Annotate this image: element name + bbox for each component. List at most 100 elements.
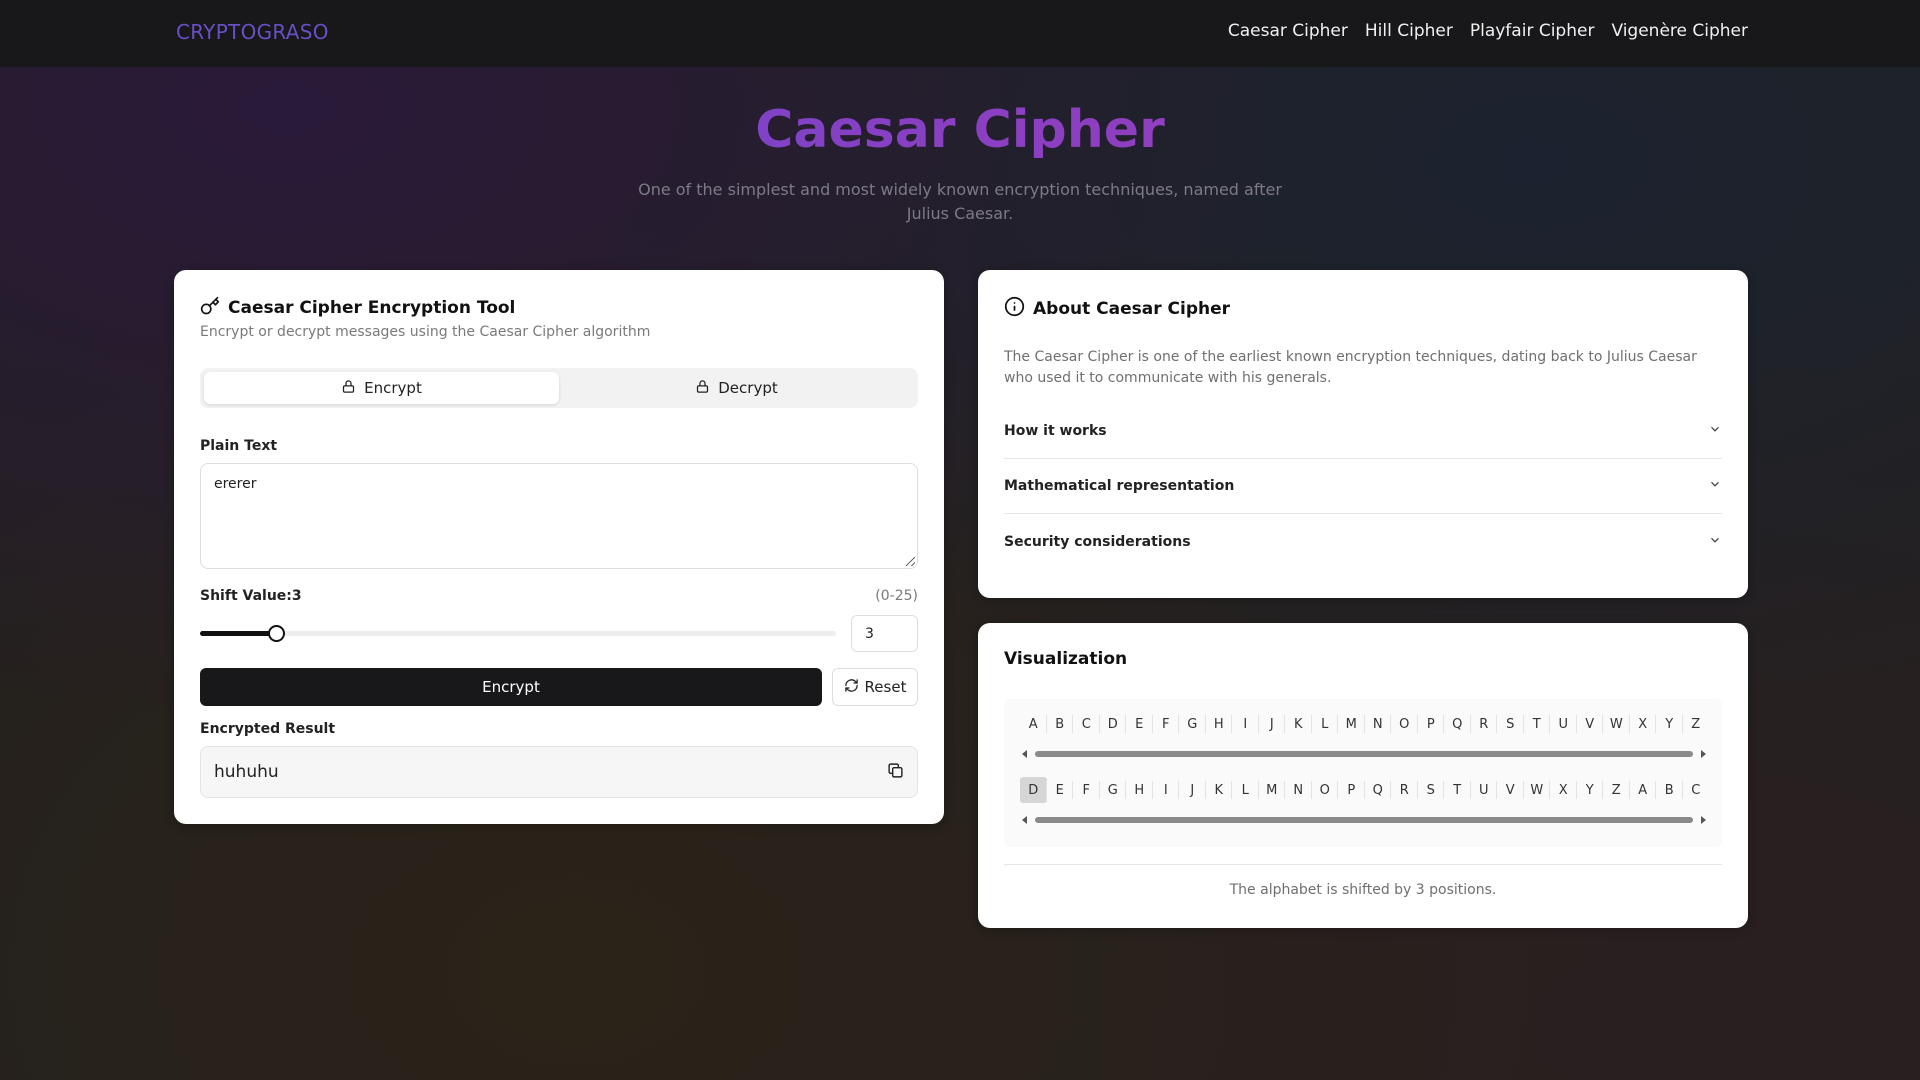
plain-row-scrollbar[interactable] — [1022, 748, 1706, 760]
encrypted-result-label: Encrypted Result — [200, 721, 336, 737]
accordion-label: Mathematical representation — [1004, 478, 1235, 494]
shifted-letter: O — [1312, 777, 1339, 803]
key-icon — [200, 296, 220, 320]
plain-letter: X — [1630, 711, 1657, 737]
shifted-letter: N — [1285, 777, 1312, 803]
nav-link-playfair[interactable]: Playfair Cipher — [1470, 21, 1595, 41]
tool-card-description: Encrypt or decrypt messages using the Ca… — [200, 324, 651, 340]
plain-letter: J — [1259, 711, 1286, 737]
visualization-card: Visualization ABCDEFGHIJKLMNOPQRSTUVWXYZ… — [978, 623, 1748, 928]
shifted-letter: E — [1047, 777, 1074, 803]
plain-letter: O — [1391, 711, 1418, 737]
shifted-letter: R — [1391, 777, 1418, 803]
shifted-letter: B — [1656, 777, 1683, 803]
plain-letter: P — [1418, 711, 1445, 737]
viz-card-title: Visualization — [1004, 649, 1128, 669]
scroll-left-arrow[interactable] — [1022, 750, 1027, 758]
alphabet-visualization: ABCDEFGHIJKLMNOPQRSTUVWXYZ DEFGHIJKLMNOP… — [1004, 699, 1722, 847]
plain-letter: M — [1338, 711, 1365, 737]
tool-card-title: Caesar Cipher Encryption Tool — [228, 298, 516, 318]
shifted-letter: P — [1338, 777, 1365, 803]
about-card-title: About Caesar Cipher — [1033, 298, 1231, 319]
tab-encrypt-label: Encrypt — [364, 379, 422, 397]
shifted-letter: S — [1418, 777, 1445, 803]
viz-card-header: Visualization — [1004, 649, 1127, 669]
chevron-down-icon — [1708, 477, 1722, 495]
shifted-letter: G — [1100, 777, 1127, 803]
shifted-letter: Y — [1577, 777, 1604, 803]
scroll-thumb[interactable] — [1035, 751, 1693, 757]
plain-letter: K — [1285, 711, 1312, 737]
shifted-letter: Q — [1365, 777, 1392, 803]
accordion-mathematical-representation[interactable]: Mathematical representation — [1004, 459, 1722, 514]
accordion-how-it-works[interactable]: How it works — [1004, 404, 1722, 459]
scroll-right-arrow[interactable] — [1701, 816, 1706, 824]
mode-tabs: Encrypt Decrypt — [200, 368, 918, 408]
shift-label-text: Shift Value: — [200, 588, 292, 604]
nav-link-vigenere[interactable]: Vigenère Cipher — [1611, 21, 1748, 41]
accordion-label: Security considerations — [1004, 533, 1191, 550]
shifted-letter: U — [1471, 777, 1498, 803]
shifted-letter: H — [1126, 777, 1153, 803]
encryption-tool-card: Caesar Cipher Encryption Tool Encrypt or… — [174, 270, 944, 824]
shifted-letter: I — [1153, 777, 1180, 803]
plain-letter: A — [1020, 711, 1047, 737]
refresh-icon — [844, 678, 859, 697]
plain-text-label: Plain Text — [200, 438, 278, 454]
plain-letter: R — [1471, 711, 1498, 737]
chevron-down-icon — [1708, 533, 1722, 551]
viz-caption: The alphabet is shifted by 3 positions. — [1229, 882, 1497, 898]
shifted-letter: A — [1630, 777, 1657, 803]
plain-letter: B — [1047, 711, 1074, 737]
plain-text-input[interactable] — [200, 463, 918, 569]
shift-slider-thumb[interactable] — [268, 625, 286, 642]
shifted-letter: J — [1179, 777, 1206, 803]
accordion-label: How it works — [1004, 423, 1107, 439]
plain-letter: F — [1153, 711, 1180, 737]
about-description: The Caesar Cipher is one of the earliest… — [1004, 349, 1697, 386]
shifted-letter: X — [1550, 777, 1577, 803]
nav-link-caesar[interactable]: Caesar Cipher — [1228, 21, 1348, 41]
scroll-thumb[interactable] — [1035, 817, 1693, 823]
lock-icon — [341, 379, 356, 398]
shifted-letter: F — [1073, 777, 1100, 803]
shift-slider[interactable] — [200, 625, 836, 642]
shift-number-input[interactable] — [851, 615, 918, 652]
scroll-right-arrow[interactable] — [1701, 750, 1706, 758]
textarea-resize-handle[interactable] — [906, 557, 915, 566]
chevron-down-icon — [1708, 422, 1722, 440]
plain-letter: U — [1550, 711, 1577, 737]
shifted-letter: Z — [1603, 777, 1630, 803]
scroll-left-arrow[interactable] — [1022, 816, 1027, 824]
tab-decrypt[interactable]: Decrypt — [559, 372, 914, 404]
plain-letter: T — [1524, 711, 1551, 737]
brand-logo[interactable]: CRYPTOGRASO — [176, 20, 329, 44]
plain-letter: G — [1179, 711, 1206, 737]
shift-slider-fill — [200, 631, 277, 636]
encrypt-button[interactable]: Encrypt — [200, 668, 822, 706]
plain-letter: V — [1577, 711, 1604, 737]
shifted-letter: D — [1020, 777, 1047, 803]
page-subtitle: One of the simplest and most widely know… — [638, 180, 1282, 223]
about-accordion: How it works Mathematical representation… — [1004, 404, 1722, 569]
shifted-letter: W — [1524, 777, 1551, 803]
copy-icon[interactable] — [887, 762, 904, 783]
plain-letter: Y — [1656, 711, 1683, 737]
plain-letter: D — [1100, 711, 1127, 737]
shifted-row-scrollbar[interactable] — [1022, 814, 1706, 826]
shifted-letter: T — [1444, 777, 1471, 803]
shifted-letter: V — [1497, 777, 1524, 803]
reset-button[interactable]: Reset — [832, 668, 918, 706]
plain-alphabet-row: ABCDEFGHIJKLMNOPQRSTUVWXYZ — [1020, 711, 1709, 737]
about-card-header: About Caesar Cipher — [1004, 296, 1230, 321]
tab-encrypt[interactable]: Encrypt — [204, 372, 559, 404]
shift-value-label: Shift Value:3 — [200, 588, 302, 604]
nav-link-hill[interactable]: Hill Cipher — [1365, 21, 1453, 41]
tool-card-header: Caesar Cipher Encryption Tool — [200, 296, 515, 320]
accordion-security-considerations[interactable]: Security considerations — [1004, 514, 1722, 569]
shift-label-value: 3 — [291, 588, 302, 604]
nav-links: Caesar Cipher Hill Cipher Playfair Ciphe… — [1228, 21, 1748, 41]
unlock-icon — [695, 379, 710, 398]
plain-letter: L — [1312, 711, 1339, 737]
viz-divider — [1004, 864, 1722, 865]
